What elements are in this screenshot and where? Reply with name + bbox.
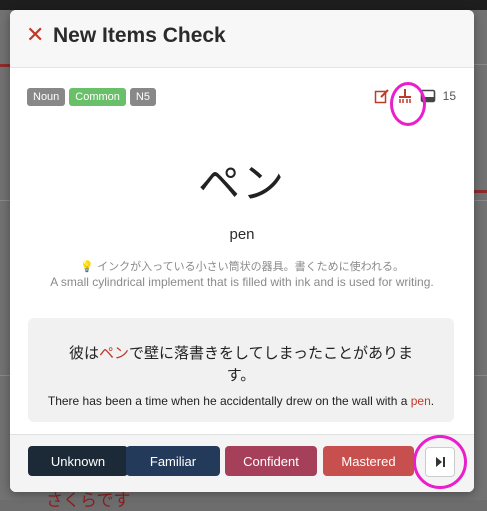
tag-noun: Noun <box>27 88 66 106</box>
example-en-highlight: pen <box>410 394 431 408</box>
example-sentence-box: 彼はペンで壁に落書きをしてしまったことがありま す。 There has bee… <box>28 318 454 422</box>
rating-footer: Unknown Familiar Confident Mastered <box>10 434 474 492</box>
definition-japanese: 💡 インクが入っている小さい筒状の器具。書くために使われる。 <box>10 258 474 274</box>
lightbulb-icon: 💡 <box>79 260 94 273</box>
new-items-check-modal: ✕ New Items Check Noun Common N5 15 ペン p… <box>10 10 474 492</box>
example-jp-part: す。 <box>226 366 256 384</box>
vocab-meaning: pen <box>229 226 255 243</box>
close-icon[interactable]: ✕ <box>26 23 44 48</box>
example-jp-highlight: ペン <box>99 344 130 362</box>
example-jp-part: 彼は <box>69 344 100 362</box>
example-en-text: There has been a time when he accidental… <box>47 394 411 408</box>
definition-english: A small cylindrical implement that is fi… <box>50 275 434 289</box>
annotation-circle <box>390 82 426 126</box>
example-english: There has been a time when he accidental… <box>28 394 454 408</box>
familiar-button[interactable]: Familiar <box>126 446 220 476</box>
tag-common: Common <box>69 88 126 106</box>
example-en-end: . <box>430 394 435 408</box>
tag-list: Noun Common N5 <box>27 88 156 106</box>
vocab-word: ペン <box>197 159 286 208</box>
confident-button[interactable]: Confident <box>225 446 317 476</box>
mastered-button[interactable]: Mastered <box>323 446 414 476</box>
close-button[interactable]: ✕ <box>26 24 46 48</box>
modal-header: ✕ New Items Check <box>10 10 474 68</box>
example-jp-part: で壁に落書きをしてしまったことがありま <box>129 344 413 362</box>
item-count: 15 <box>442 89 456 103</box>
example-japanese: 彼はペンで壁に落書きをしてしまったことがありま す。 <box>28 342 454 386</box>
edit-icon[interactable] <box>374 88 390 104</box>
definition-japanese-text: インクが入っている小さい筒状の器具。書くために使われる。 <box>97 260 405 273</box>
unknown-button[interactable]: Unknown <box>28 446 128 476</box>
background-accent <box>474 190 487 193</box>
tag-jlpt-level: N5 <box>129 88 156 106</box>
background-app-topbar <box>0 0 487 10</box>
modal-title: New Items Check <box>53 24 226 47</box>
annotation-circle <box>413 435 467 489</box>
